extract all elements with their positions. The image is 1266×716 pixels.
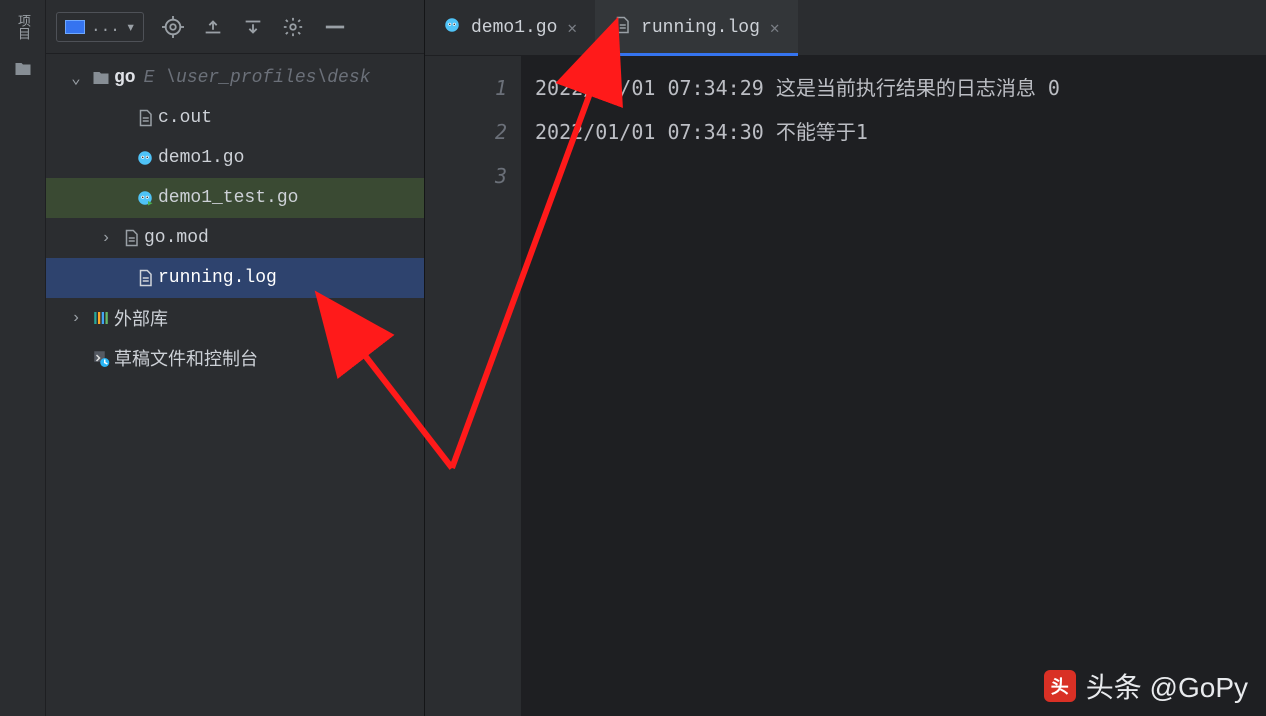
tree-item-label: 草稿文件和控制台 bbox=[114, 345, 258, 371]
close-icon[interactable]: ✕ bbox=[567, 18, 577, 38]
line-number: 3 bbox=[425, 154, 507, 198]
tool-window-stripe: 项目 bbox=[0, 0, 46, 716]
watermark: 头 头条 @GoPy bbox=[1044, 666, 1248, 706]
tree-item-label: demo1.go bbox=[158, 148, 244, 168]
library-icon bbox=[88, 309, 114, 327]
go-file-icon bbox=[443, 16, 461, 40]
project-tool-label[interactable]: 项目 bbox=[13, 14, 32, 40]
project-toolbar: ... ▾ bbox=[46, 0, 424, 54]
selector-label: ... bbox=[91, 18, 120, 36]
tree-root-path: E \user_profiles\desk bbox=[144, 68, 371, 88]
tree-item-gomod[interactable]: › go.mod bbox=[46, 218, 424, 258]
project-tree: ⌄ go E \user_profiles\desk c.out demo1.g… bbox=[46, 54, 424, 716]
file-icon bbox=[118, 229, 144, 247]
tree-item-label: demo1_test.go bbox=[158, 188, 298, 208]
go-test-file-icon bbox=[132, 189, 158, 207]
file-icon bbox=[132, 109, 158, 127]
chevron-right-icon: › bbox=[64, 309, 88, 327]
file-icon bbox=[613, 16, 631, 40]
tree-item-label: c.out bbox=[158, 108, 212, 128]
line-number-gutter: 1 2 3 bbox=[425, 56, 521, 716]
collapse-all-icon[interactable] bbox=[242, 16, 264, 38]
tree-item-demo1-test-go[interactable]: demo1_test.go bbox=[46, 178, 424, 218]
code-line: 2022/01/01 07:34:30 不能等于1 bbox=[535, 110, 1252, 154]
project-icon bbox=[65, 20, 85, 34]
watermark-logo-icon: 头 bbox=[1044, 670, 1076, 702]
editor-tabs: demo1.go ✕ running.log ✕ bbox=[425, 0, 1266, 56]
editor-area: demo1.go ✕ running.log ✕ 1 2 3 2022/01/0… bbox=[424, 0, 1266, 716]
settings-icon[interactable] bbox=[282, 16, 304, 38]
go-file-icon bbox=[132, 149, 158, 167]
tree-item-label: running.log bbox=[158, 268, 277, 288]
tree-item-running-log[interactable]: running.log bbox=[46, 258, 424, 298]
tree-external-libs[interactable]: › 外部库 bbox=[46, 298, 424, 338]
tab-label: demo1.go bbox=[471, 18, 557, 38]
expand-all-icon[interactable] bbox=[202, 16, 224, 38]
tab-demo1-go[interactable]: demo1.go ✕ bbox=[425, 0, 595, 55]
tree-item-demo1-go[interactable]: demo1.go bbox=[46, 138, 424, 178]
chevron-right-icon: › bbox=[94, 229, 118, 247]
hide-icon[interactable] bbox=[322, 16, 348, 38]
tree-item-label: go.mod bbox=[144, 228, 209, 248]
tab-running-log[interactable]: running.log ✕ bbox=[595, 0, 797, 55]
line-number: 1 bbox=[425, 66, 507, 110]
line-number: 2 bbox=[425, 110, 507, 154]
code-area[interactable]: 2022/01/01 07:34:29 这是当前执行结果的日志消息 0 2022… bbox=[521, 56, 1266, 716]
project-sidebar: ... ▾ ⌄ bbox=[46, 0, 424, 716]
tab-label: running.log bbox=[641, 18, 760, 38]
close-icon[interactable]: ✕ bbox=[770, 18, 780, 38]
project-selector[interactable]: ... ▾ bbox=[56, 12, 144, 42]
chevron-down-icon: ▾ bbox=[126, 17, 136, 37]
editor-body: 1 2 3 2022/01/01 07:34:29 这是当前执行结果的日志消息 … bbox=[425, 56, 1266, 716]
target-icon[interactable] bbox=[162, 16, 184, 38]
tree-item-cout[interactable]: c.out bbox=[46, 98, 424, 138]
watermark-text: 头条 @GoPy bbox=[1086, 666, 1248, 706]
file-icon bbox=[132, 269, 158, 287]
tree-root-go[interactable]: ⌄ go E \user_profiles\desk bbox=[46, 58, 424, 98]
tree-scratches[interactable]: 草稿文件和控制台 bbox=[46, 338, 424, 378]
scratch-icon bbox=[88, 349, 114, 367]
folder-icon bbox=[88, 69, 114, 87]
folder-tool-icon[interactable] bbox=[14, 60, 32, 84]
code-line: 2022/01/01 07:34:29 这是当前执行结果的日志消息 0 bbox=[535, 66, 1252, 110]
tree-item-label: 外部库 bbox=[114, 305, 168, 331]
tree-root-name: go bbox=[114, 68, 136, 88]
chevron-down-icon: ⌄ bbox=[64, 68, 88, 88]
